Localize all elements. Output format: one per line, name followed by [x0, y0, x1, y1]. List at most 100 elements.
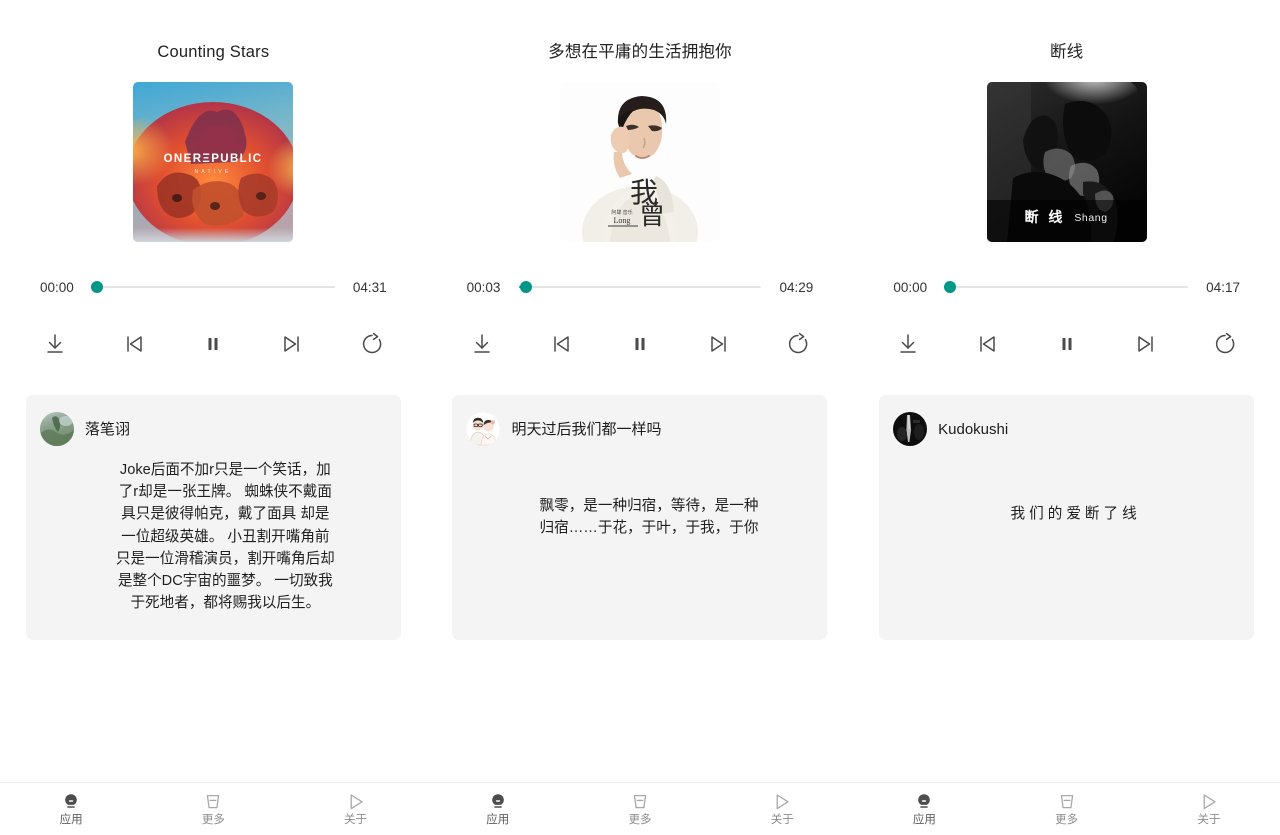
- album-cover-duanxian: 断 线 Shang: [986, 82, 1147, 242]
- next-button[interactable]: [1129, 329, 1163, 359]
- comment-card-3: Kudokushi 我们的爱断了线: [879, 395, 1255, 640]
- repeat-button[interactable]: [355, 329, 389, 359]
- svg-text:NATIVE: NATIVE: [195, 169, 232, 175]
- slider-track: [945, 285, 1188, 289]
- previous-button[interactable]: [970, 329, 1004, 359]
- download-button[interactable]: [465, 329, 499, 359]
- transport-controls-2: [427, 329, 854, 359]
- nav-item-about[interactable]: 关于: [284, 783, 426, 835]
- total-time: 04:17: [1206, 279, 1240, 295]
- album-art-3[interactable]: 断 线 Shang: [986, 82, 1147, 242]
- seek-slider-3[interactable]: [944, 280, 1188, 294]
- slider-thumb[interactable]: [519, 281, 532, 293]
- seek-slider-1[interactable]: [90, 280, 335, 294]
- bottom-nav-group-3: 应用 更多 关于: [853, 783, 1280, 835]
- progress-row-3: 00:00 04:17: [853, 277, 1280, 297]
- album-art-1[interactable]: ONERΞPUBLIC NATIVE: [133, 82, 294, 242]
- transport-controls-1: [0, 329, 427, 359]
- previous-track-icon: [980, 336, 996, 352]
- download-button[interactable]: [891, 329, 925, 359]
- svg-text:曾: 曾: [639, 201, 665, 230]
- nav-label-about: 关于: [770, 814, 794, 827]
- nav-label-more: 更多: [1055, 814, 1079, 827]
- nav-item-more[interactable]: 更多: [142, 783, 284, 835]
- slider-thumb[interactable]: [90, 281, 103, 293]
- download-icon: [473, 334, 490, 353]
- bottom-navigation-bar: 应用 更多 关于 应用 更多 关于 应用 更多 关于: [0, 782, 1280, 835]
- nav-item-more[interactable]: 更多: [996, 783, 1138, 835]
- transport-controls-3: [853, 329, 1280, 359]
- about-play-icon: [346, 791, 366, 813]
- nav-item-apps[interactable]: 应用: [427, 783, 569, 835]
- total-time: 04:31: [352, 279, 387, 295]
- progress-row-1: 00:00 04:31: [0, 277, 427, 297]
- repeat-icon: [362, 332, 381, 354]
- song-title: 多想在平庸的生活拥抱你: [548, 43, 732, 61]
- nav-item-about[interactable]: 关于: [711, 783, 853, 835]
- nav-label-more: 更多: [201, 814, 225, 827]
- comment-username: 落笔诩: [84, 420, 130, 438]
- avatar[interactable]: [39, 412, 74, 446]
- comment-card-2: 明天过后我们都一样吗 飘零，是一种归宿，等待，是一种 归宿……于花，于叶，于我，…: [452, 395, 828, 640]
- pause-button[interactable]: [196, 329, 230, 359]
- comment-username: 明天过后我们都一样吗: [511, 420, 662, 438]
- player-panel-2: 多想在平庸的生活拥抱你 我 曾 阿肆 音乐 Long 00:03 04:29 明…: [426, 0, 854, 782]
- svg-text:ONERΞPUBLIC: ONERΞPUBLIC: [164, 153, 263, 165]
- previous-track-icon: [554, 336, 569, 352]
- comment-text: Joke后面不加r只是一个笑话，加 了r却是一张王牌。 蜘蛛侠不戴面 具只是彼得…: [115, 462, 335, 612]
- current-time: 00:00: [40, 279, 74, 295]
- previous-button[interactable]: [117, 329, 151, 359]
- svg-text:阿肆 音乐: 阿肆 音乐: [611, 209, 632, 216]
- pause-button[interactable]: [1050, 329, 1084, 359]
- next-button[interactable]: [702, 329, 736, 359]
- repeat-button[interactable]: [781, 329, 815, 359]
- nav-label-apps: 应用: [486, 814, 510, 827]
- current-time: 00:03: [466, 279, 501, 295]
- next-track-icon: [711, 336, 726, 352]
- nav-label-apps: 应用: [59, 814, 83, 827]
- nav-label-about: 关于: [344, 814, 368, 827]
- couple-illustration-avatar-icon: [466, 412, 501, 446]
- nav-item-about[interactable]: 关于: [1138, 783, 1280, 835]
- song-title: 断线: [1049, 43, 1084, 61]
- music-player-triple-view: Counting Stars ONERΞPUBLIC NATIVE 00:00 …: [0, 0, 1280, 835]
- album-cover-wo-ceng: 我 曾 阿肆 音乐 Long: [559, 82, 720, 242]
- pause-icon: [635, 338, 645, 350]
- pause-icon: [1062, 338, 1072, 350]
- nav-label-apps: 应用: [912, 814, 936, 827]
- repeat-button[interactable]: [1208, 329, 1242, 359]
- nav-item-apps[interactable]: 应用: [853, 783, 995, 835]
- repeat-icon: [789, 332, 808, 354]
- download-button[interactable]: [38, 329, 72, 359]
- nav-item-apps[interactable]: 应用: [0, 783, 142, 835]
- seek-slider-2[interactable]: [518, 280, 762, 294]
- nav-label-more: 更多: [628, 814, 652, 827]
- comment-header: Kudokushi: [893, 411, 1236, 447]
- pause-button[interactable]: [623, 329, 657, 359]
- pause-icon: [208, 338, 218, 350]
- svg-text:Long: Long: [614, 216, 631, 225]
- previous-button[interactable]: [544, 329, 578, 359]
- album-art-2[interactable]: 我 曾 阿肆 音乐 Long: [559, 82, 720, 242]
- repeat-icon: [1215, 332, 1235, 354]
- svg-text:断 线: 断 线: [1024, 209, 1065, 225]
- bottom-nav-group-2: 应用 更多 关于: [427, 783, 854, 835]
- song-title: Counting Stars: [157, 43, 270, 61]
- nav-label-about: 关于: [1197, 814, 1221, 827]
- total-time: 04:29: [779, 279, 814, 295]
- player-panel-3: 断线 断 线 Shang 00:00 04:17 Kudokushi 我们的爱断…: [853, 0, 1280, 782]
- slider-thumb[interactable]: [944, 281, 957, 293]
- slider-track: [92, 285, 335, 289]
- slider-track: [518, 285, 762, 289]
- more-cup-icon: [1057, 791, 1077, 813]
- player-panel-1: Counting Stars ONERΞPUBLIC NATIVE 00:00 …: [0, 0, 427, 782]
- dark-portrait-avatar-icon: [893, 412, 928, 446]
- avatar[interactable]: [893, 412, 928, 446]
- next-button[interactable]: [275, 329, 309, 359]
- apps-bulb-icon: [488, 791, 508, 813]
- more-cup-icon: [630, 791, 650, 813]
- previous-track-icon: [127, 336, 142, 352]
- nav-item-more[interactable]: 更多: [569, 783, 711, 835]
- avatar[interactable]: [466, 412, 501, 446]
- comment-header: 落笔诩: [39, 411, 383, 447]
